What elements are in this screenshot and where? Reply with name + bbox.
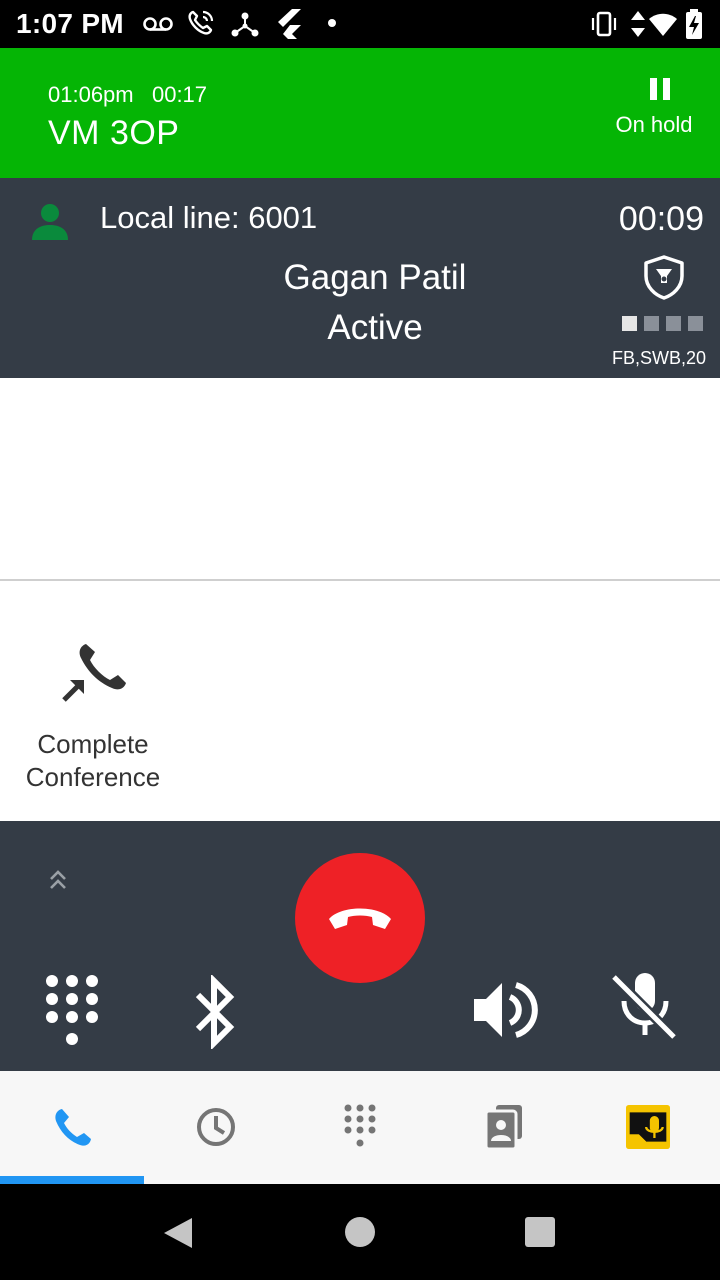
hold-status-label: On hold	[615, 112, 693, 137]
wifi-icon: 5	[649, 13, 677, 38]
active-tab-indicator	[0, 1176, 144, 1184]
bluetooth-icon[interactable]	[192, 975, 238, 1049]
hub-icon	[231, 12, 259, 37]
quality-bar	[666, 316, 681, 331]
bottom-navigation	[0, 1071, 720, 1184]
status-bar: 1:07 PM 5	[0, 0, 720, 48]
system-navigation-bar	[0, 1184, 720, 1280]
mute-microphone-icon[interactable]	[610, 971, 680, 1041]
nav-tab-calls[interactable]	[0, 1071, 144, 1184]
call-merge-icon	[62, 644, 126, 702]
home-button[interactable]	[345, 1217, 375, 1247]
voicemail-icon	[143, 17, 173, 31]
dialpad-tab-icon	[344, 1104, 376, 1147]
held-call-duration: 00:17	[151, 82, 208, 107]
dot-icon	[328, 19, 336, 27]
voice-app-icon	[626, 1105, 670, 1149]
recents-button[interactable]	[525, 1217, 555, 1247]
nav-tab-voice-app[interactable]	[576, 1071, 720, 1184]
expand-up-icon[interactable]	[46, 867, 70, 893]
held-call-banner[interactable]: 01:06pm 00:17 VM 3OP On hold	[0, 48, 720, 178]
codec-label: FB,SWB,20	[611, 348, 706, 368]
caller-name: Gagan Patil	[283, 258, 467, 297]
svg-text:5: 5	[668, 28, 674, 38]
hangup-icon	[329, 908, 391, 929]
pause-icon[interactable]	[648, 76, 672, 102]
held-call-start-time: 01:06pm	[48, 82, 134, 107]
quality-bar	[688, 316, 703, 331]
battery-charging-icon	[686, 9, 702, 39]
call-state: Active	[327, 308, 423, 347]
complete-conference-label: Complete Conference	[25, 729, 161, 792]
security-shield-icon	[644, 255, 684, 300]
local-line-label: Local line: 6001	[100, 200, 318, 235]
back-icon[interactable]	[162, 1216, 194, 1250]
complete-conference-button[interactable]: Complete Conference	[10, 632, 176, 802]
call-timer: 00:09	[618, 200, 704, 238]
dialpad-icon[interactable]	[44, 973, 100, 1049]
vibrate-icon	[591, 11, 617, 37]
speaker-icon[interactable]	[472, 979, 538, 1041]
hangup-button[interactable]	[295, 853, 425, 983]
wifi-calling-icon	[188, 10, 214, 35]
data-arrows-icon	[631, 11, 645, 37]
history-icon	[197, 1108, 235, 1146]
held-call-times: 01:06pm 00:17	[48, 82, 207, 108]
contact-person-icon	[32, 204, 68, 240]
contacts-icon	[484, 1105, 522, 1151]
flutter-icon	[278, 9, 301, 39]
call-quality-meter	[622, 316, 706, 331]
held-call-name: VM 3OP	[48, 114, 180, 152]
nav-tab-contacts[interactable]	[432, 1071, 576, 1184]
calls-icon	[55, 1109, 91, 1146]
call-controls	[0, 821, 720, 1071]
quality-bar	[644, 316, 659, 331]
nav-tab-history[interactable]	[144, 1071, 288, 1184]
active-call-panel: Local line: 6001 00:09 Gagan Patil Activ…	[0, 178, 720, 378]
status-time: 1:07 PM	[16, 8, 124, 39]
nav-tab-dialpad[interactable]	[288, 1071, 432, 1184]
quality-bar	[622, 316, 637, 331]
divider	[0, 579, 720, 581]
